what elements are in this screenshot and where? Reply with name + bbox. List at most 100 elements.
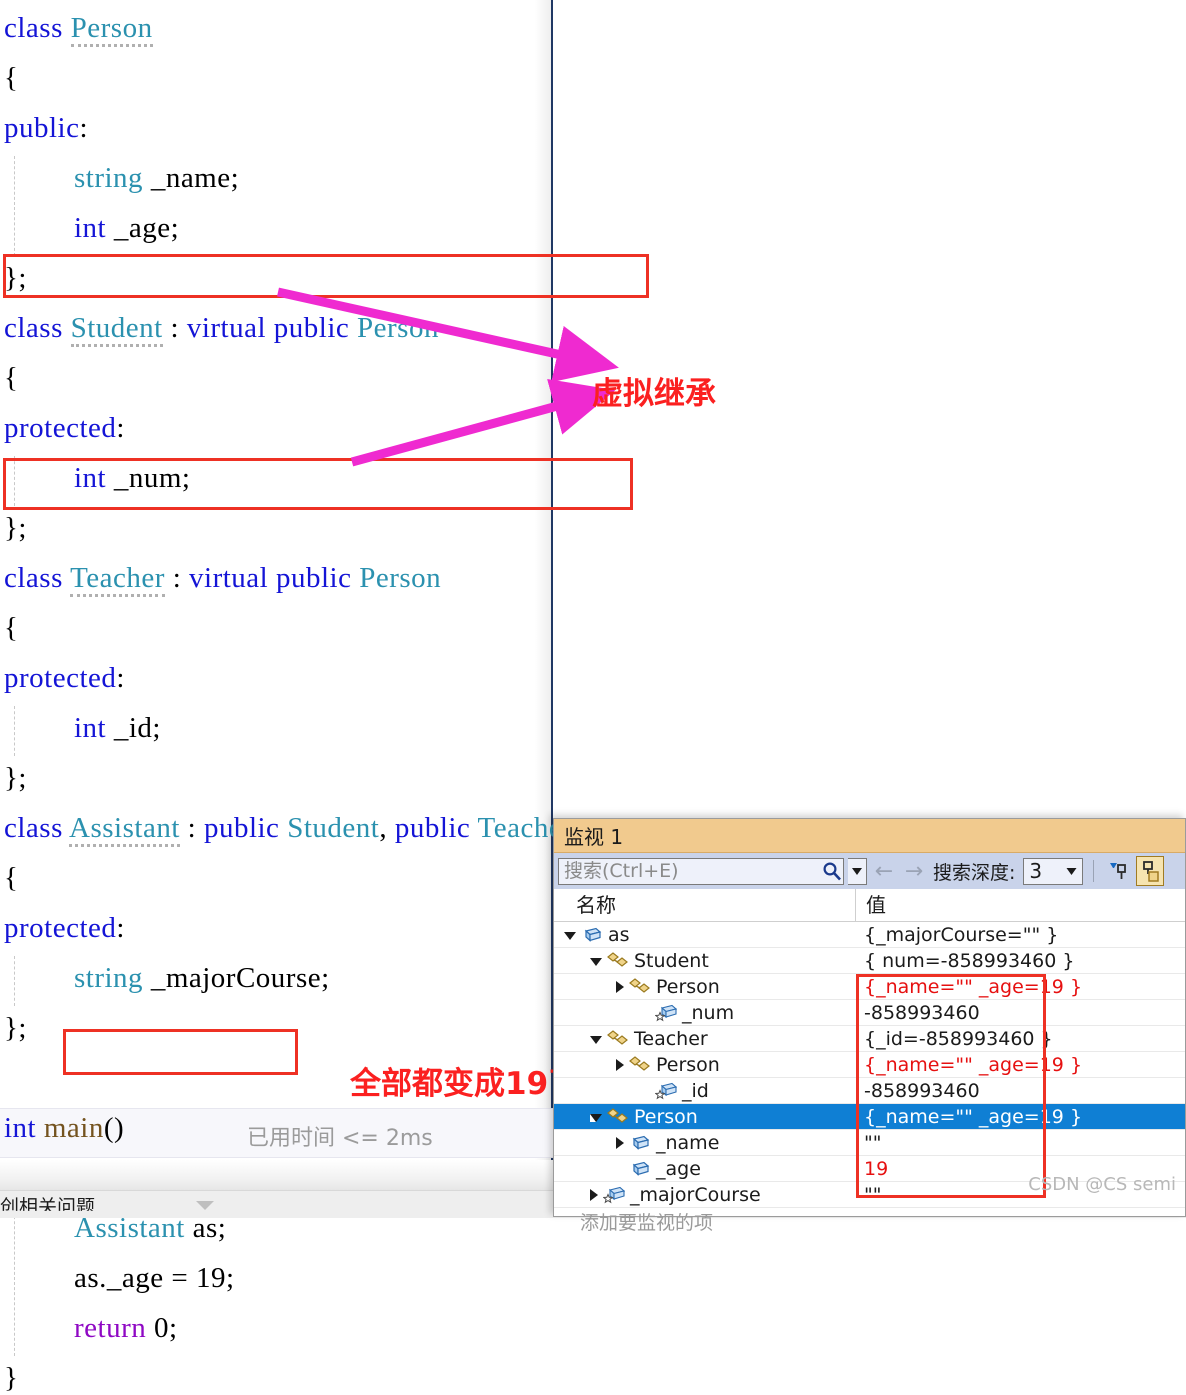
code-token: _name; xyxy=(150,162,240,194)
watch-row-name-cell[interactable]: _age xyxy=(554,1158,856,1180)
code-token: Student xyxy=(70,312,163,347)
watch-row[interactable]: Student { num=-858993460 } xyxy=(554,948,1185,974)
watch-row-value[interactable]: {_name="" _age=19 } xyxy=(856,1054,1185,1076)
code-line[interactable]: class Teacher : virtual public Person xyxy=(4,562,441,597)
code-line[interactable]: }; xyxy=(4,512,27,545)
code-line[interactable]: protected: xyxy=(4,412,125,445)
watch-row[interactable]: _num -858993460 xyxy=(554,1000,1185,1026)
watch-row[interactable]: _id -858993460 xyxy=(554,1078,1185,1104)
watch-rows[interactable]: as {_majorCourse="" } Student { num=-858993… xyxy=(554,922,1185,1208)
code-line[interactable]: int _num; xyxy=(74,462,191,495)
watch-row-value[interactable]: -858993460 xyxy=(856,1080,1185,1102)
code-line[interactable]: { xyxy=(4,62,18,95)
watch-row-name-cell[interactable]: Teacher xyxy=(554,1028,856,1050)
twisty-collapsed-icon[interactable] xyxy=(616,980,624,993)
code-line[interactable]: } xyxy=(4,1362,18,1395)
watch-row[interactable]: _name "" xyxy=(554,1130,1185,1156)
twisty-expanded-icon[interactable] xyxy=(590,958,602,966)
code-line[interactable]: as._age = 19; xyxy=(74,1262,235,1295)
watch-row[interactable]: Teacher {_id=-858993460 } xyxy=(554,1026,1185,1052)
watch-row-value[interactable]: {_id=-858993460 } xyxy=(856,1028,1185,1050)
search-depth-select[interactable]: 3 xyxy=(1023,857,1084,885)
code-line[interactable]: int main() xyxy=(4,1112,124,1145)
search-box[interactable] xyxy=(558,857,844,885)
twisty-expanded-icon[interactable] xyxy=(590,1114,602,1122)
twisty-expanded-icon[interactable] xyxy=(564,932,576,940)
code-line[interactable]: }; xyxy=(4,762,27,795)
search-forward-arrow-icon[interactable]: → xyxy=(901,857,927,885)
code-line[interactable]: int _age; xyxy=(74,212,179,245)
add-watch-item-row[interactable]: 添加要监视的项 xyxy=(554,1208,1185,1234)
code-token: _id; xyxy=(113,712,161,744)
code-token: : xyxy=(116,662,125,694)
code-line[interactable]: int _id; xyxy=(74,712,161,745)
code-line[interactable]: class Student : virtual public Person xyxy=(4,312,439,347)
code-line[interactable]: string _name; xyxy=(74,162,239,195)
code-token: int xyxy=(4,1112,44,1144)
watch-row-value[interactable]: {_name="" _age=19 } xyxy=(856,976,1185,998)
code-line[interactable]: class Assistant : public Student, public… xyxy=(4,812,572,847)
code-token: : xyxy=(116,912,125,944)
pin-parent-icon[interactable] xyxy=(1136,856,1165,886)
watch-row-name-cell[interactable]: as xyxy=(554,924,856,946)
watch-row[interactable]: Person {_name="" _age=19 } xyxy=(554,1104,1185,1130)
code-line[interactable]: protected: xyxy=(4,912,125,945)
code-line[interactable]: public: xyxy=(4,112,88,145)
watch-row-value[interactable]: {_name="" _age=19 } xyxy=(856,1106,1185,1128)
column-header-value[interactable]: 值 xyxy=(856,889,1185,921)
watch-row[interactable]: as {_majorCourse="" } xyxy=(554,922,1185,948)
code-line[interactable]: { xyxy=(4,612,18,645)
watch-row-name-cell[interactable]: _majorCourse xyxy=(554,1184,856,1206)
watch-toolbar[interactable]: ← → 搜索深度: 3 xyxy=(554,853,1185,889)
search-back-arrow-icon[interactable]: ← xyxy=(871,857,897,885)
watch-row-value[interactable]: {_majorCourse="" } xyxy=(856,924,1185,946)
watch-row-value[interactable]: { num=-858993460 } xyxy=(856,950,1185,972)
code-line[interactable]: { xyxy=(4,362,18,395)
watch-row-name-cell[interactable]: _num xyxy=(554,1002,856,1024)
search-icon[interactable] xyxy=(821,859,843,884)
watch-row-name: as xyxy=(608,923,630,946)
watch-row-name: _id xyxy=(682,1079,709,1102)
pin-filter-icon[interactable] xyxy=(1104,856,1132,886)
search-options-dropdown[interactable] xyxy=(848,857,867,885)
watch-row-name-cell[interactable]: _name xyxy=(554,1132,856,1154)
watch-row-name: _name xyxy=(656,1131,720,1154)
watch-row-name-cell[interactable]: _id xyxy=(554,1080,856,1102)
bottom-resize-handle[interactable] xyxy=(196,1201,214,1210)
search-input[interactable] xyxy=(559,857,821,885)
code-token: 19 xyxy=(196,1262,227,1294)
twisty-expanded-icon[interactable] xyxy=(590,1036,602,1044)
code-token: int xyxy=(74,462,114,494)
watch-row[interactable]: Person {_name="" _age=19 } xyxy=(554,974,1185,1000)
code-line[interactable]: class Person xyxy=(4,12,153,47)
code-line[interactable]: protected: xyxy=(4,662,125,695)
watch-row-name-cell[interactable]: Person xyxy=(554,1054,856,1076)
code-token: : xyxy=(164,562,190,594)
watch-row-value[interactable]: -858993460 xyxy=(856,1002,1185,1024)
struct-icon xyxy=(628,1159,652,1179)
watch-row-name-cell[interactable]: Person xyxy=(554,976,856,998)
code-token: main xyxy=(43,1112,104,1144)
watch-row-name-cell[interactable]: Person xyxy=(554,1106,856,1128)
base-class-icon xyxy=(606,951,630,971)
struct-icon xyxy=(628,1133,652,1153)
watch-row-value[interactable]: "" xyxy=(856,1132,1185,1154)
chevron-down-icon xyxy=(852,867,862,875)
twisty-collapsed-icon[interactable] xyxy=(616,1058,624,1071)
code-line[interactable]: return 0; xyxy=(74,1312,178,1345)
watch-row[interactable]: Person {_name="" _age=19 } xyxy=(554,1052,1185,1078)
watch-window-title-bar: 监视 1 xyxy=(554,819,1185,853)
add-watch-item-placeholder: 添加要监视的项 xyxy=(580,1211,714,1234)
column-header-name[interactable]: 名称 xyxy=(554,889,856,921)
code-line[interactable]: }; xyxy=(4,262,27,295)
code-token: return xyxy=(74,1312,154,1344)
code-line[interactable]: { xyxy=(4,862,18,895)
code-line[interactable]: }; xyxy=(4,1012,27,1045)
twisty-collapsed-icon[interactable] xyxy=(590,1188,598,1201)
watch-row-name-cell[interactable]: Student xyxy=(554,950,856,972)
code-token: Teacher xyxy=(70,562,165,597)
code-token: { xyxy=(4,862,19,894)
twisty-collapsed-icon[interactable] xyxy=(616,1136,624,1149)
code-line[interactable]: string _majorCourse; xyxy=(74,962,330,995)
watch-window[interactable]: 监视 1 ← → 搜索深度: 3 xyxy=(553,818,1186,1234)
